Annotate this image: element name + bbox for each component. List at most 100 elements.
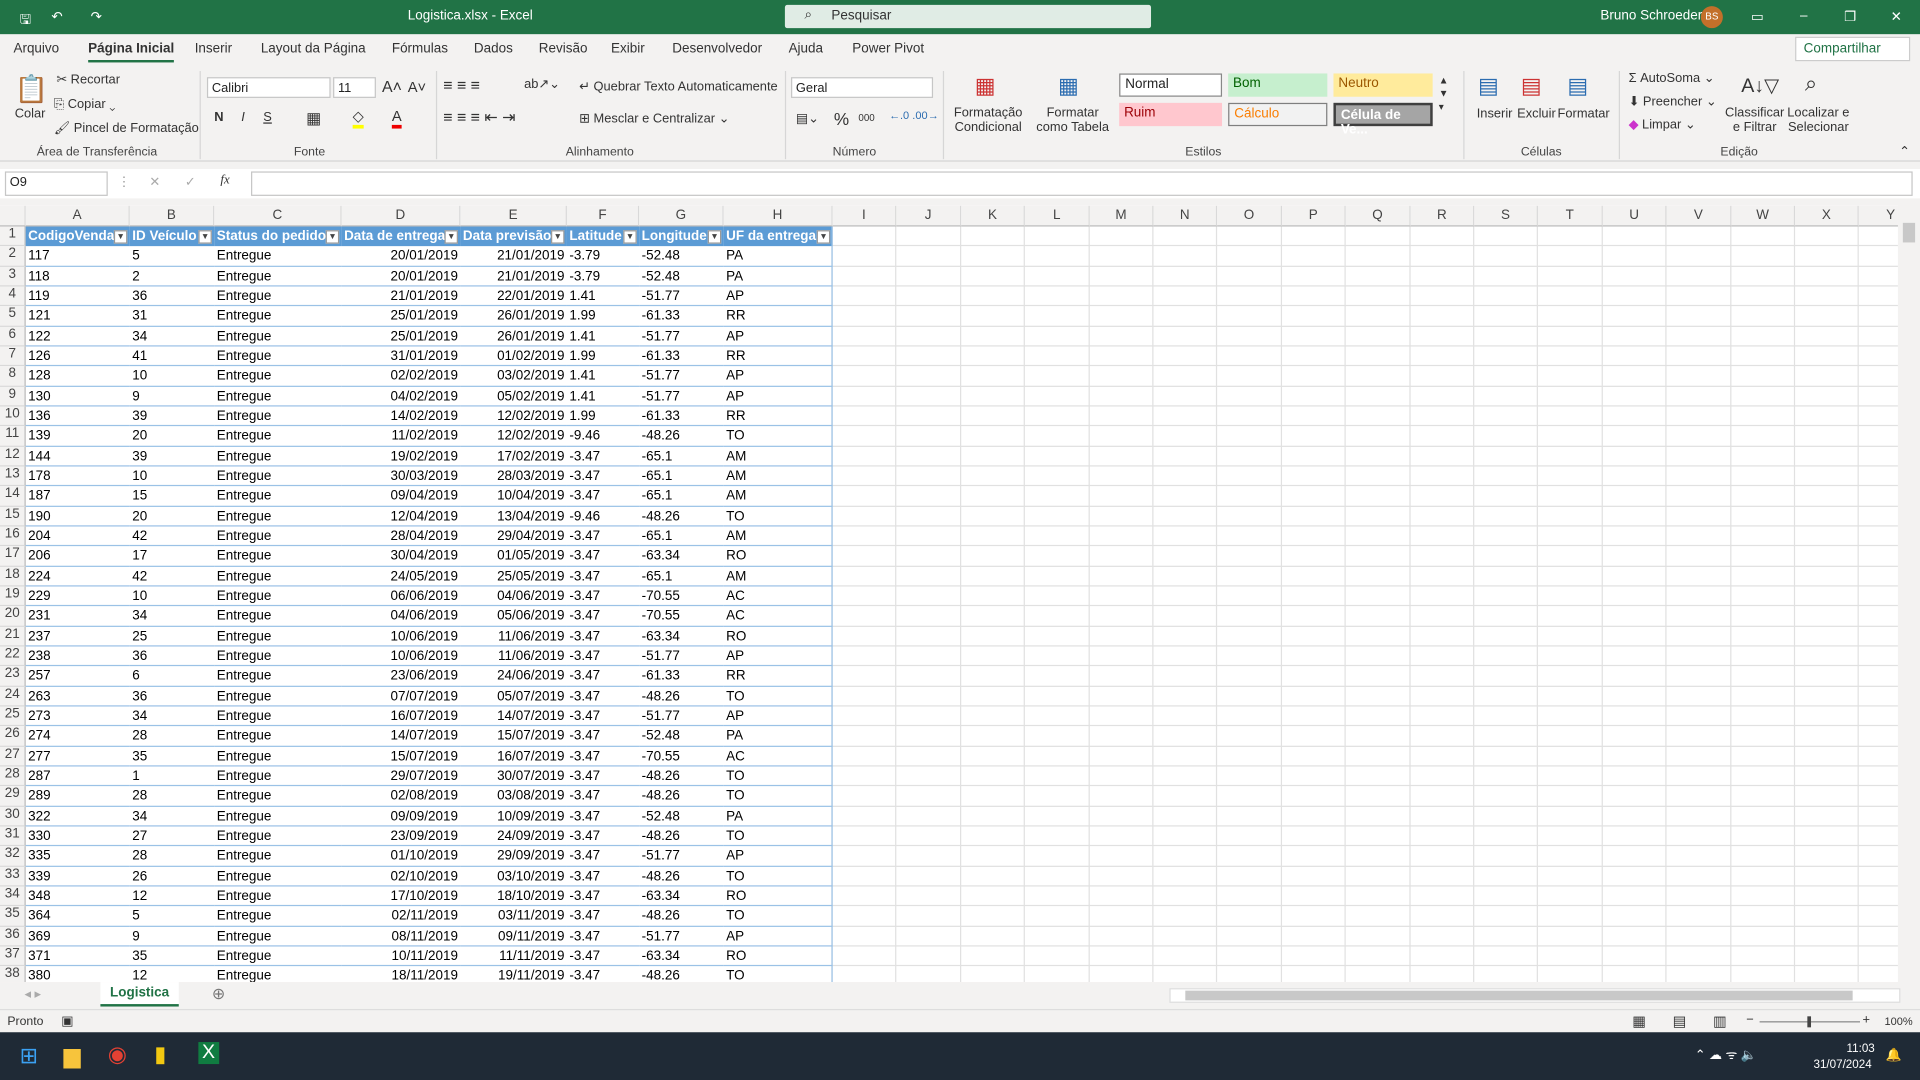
table-cell[interactable]: -3.47 (566, 646, 640, 667)
table-cell[interactable]: -51.77 (639, 326, 724, 347)
table-cell[interactable]: 1.99 (566, 406, 640, 427)
table-header-cell[interactable]: ID Veículo ▼ (129, 226, 215, 247)
row-header-38[interactable]: 38 (0, 966, 26, 983)
table-cell[interactable]: 144 (25, 446, 130, 467)
table-cell[interactable]: 12 (130, 966, 214, 982)
row-header-5[interactable]: 5 (0, 306, 26, 327)
table-cell[interactable]: 28/04/2019 (341, 526, 461, 547)
windows-start-icon[interactable]: ⊞ (20, 1043, 38, 1069)
table-cell[interactable]: -65.1 (639, 566, 724, 587)
table-cell[interactable]: 24/05/2019 (341, 566, 461, 587)
table-cell[interactable]: 11/02/2019 (341, 426, 461, 447)
table-cell[interactable]: -3.47 (566, 706, 640, 727)
table-cell[interactable]: Entregue (214, 846, 342, 867)
table-cell[interactable]: 17/02/2019 (460, 446, 567, 467)
table-cell[interactable]: 348 (25, 886, 130, 907)
table-cell[interactable]: 17/10/2019 (341, 886, 461, 907)
column-header-D[interactable]: D (341, 205, 461, 227)
clock-date[interactable]: 31/07/2024 (1813, 1058, 1871, 1071)
table-cell[interactable]: 39 (129, 446, 215, 467)
filter-dropdown-icon[interactable]: ▼ (444, 230, 458, 244)
table-cell[interactable]: TO (723, 786, 833, 807)
table-cell[interactable]: 28 (129, 786, 215, 807)
table-cell[interactable]: 12/02/2019 (460, 406, 567, 427)
table-header-cell[interactable]: Data de entrega ▼ (341, 226, 461, 247)
row-header-20[interactable]: 20 (0, 606, 26, 627)
table-cell[interactable]: 31/01/2019 (341, 346, 461, 367)
insert-function-icon[interactable]: fx (220, 174, 229, 187)
style-calculation[interactable]: Cálculo (1228, 102, 1328, 127)
table-cell[interactable]: 20 (129, 506, 215, 527)
share-button[interactable]: Compartilhar (1795, 36, 1911, 62)
column-header-O[interactable]: O (1217, 205, 1283, 227)
table-cell[interactable]: 322 (25, 806, 130, 827)
row-header-9[interactable]: 9 (0, 386, 26, 407)
format-painter-button[interactable]: 🖌 Pincel de Formatação (54, 120, 199, 136)
table-cell[interactable]: -61.33 (639, 406, 724, 427)
table-cell[interactable]: 23/06/2019 (341, 666, 461, 687)
table-cell[interactable]: -48.26 (639, 506, 724, 527)
table-cell[interactable]: -3.47 (566, 466, 640, 487)
table-cell[interactable]: 03/10/2019 (460, 866, 567, 887)
column-header-B[interactable]: B (129, 205, 215, 227)
table-cell[interactable]: 1.41 (566, 366, 640, 387)
table-cell[interactable]: 01/10/2019 (341, 846, 461, 867)
tray-icons[interactable]: ⌃ ☁ ᯤ 🔈 (1695, 1047, 1757, 1064)
table-cell[interactable]: Entregue (214, 906, 342, 927)
table-cell[interactable]: 273 (25, 706, 130, 727)
save-icon[interactable]: 🖫 (20, 9, 31, 32)
table-cell[interactable]: 21/01/2019 (460, 267, 567, 287)
table-cell[interactable]: 12 (129, 886, 215, 907)
table-cell[interactable]: AC (723, 606, 833, 627)
avatar[interactable]: BS (1700, 6, 1723, 29)
column-header-T[interactable]: T (1537, 205, 1603, 227)
tab-revisão[interactable]: Revisão (539, 42, 588, 57)
add-sheet-icon[interactable]: ⊕ (212, 984, 225, 1004)
tab-power-pivot[interactable]: Power Pivot (852, 42, 924, 57)
decimal-icons[interactable]: ←.0 .00→ (889, 109, 939, 121)
table-cell[interactable]: -3.47 (566, 886, 640, 907)
table-cell[interactable]: -3.47 (566, 446, 640, 467)
table-cell[interactable]: 04/06/2019 (341, 606, 461, 627)
table-cell[interactable]: Entregue (214, 446, 342, 467)
table-cell[interactable]: Entregue (214, 267, 342, 287)
table-cell[interactable]: 10/09/2019 (460, 806, 567, 827)
table-cell[interactable]: Entregue (214, 566, 342, 587)
vertical-scrollbar[interactable] (1899, 205, 1920, 983)
table-cell[interactable]: -3.47 (566, 626, 640, 647)
table-cell[interactable]: Entregue (214, 426, 342, 447)
table-cell[interactable]: 42 (129, 566, 215, 587)
row-header-24[interactable]: 24 (0, 686, 26, 707)
column-header-Y[interactable]: Y (1858, 205, 1898, 227)
table-cell[interactable]: -51.77 (639, 287, 724, 307)
orientation-icon[interactable]: ab↗⌄ (524, 77, 560, 92)
table-cell[interactable]: 03/08/2019 (460, 786, 567, 807)
table-cell[interactable]: -3.47 (566, 586, 640, 607)
table-cell[interactable]: 330 (25, 826, 130, 847)
table-cell[interactable]: -3.47 (566, 866, 640, 887)
table-cell[interactable]: -48.26 (639, 766, 724, 787)
table-cell[interactable]: -61.33 (639, 346, 724, 367)
tab-página-inicial[interactable]: Página Inicial (88, 42, 175, 63)
table-cell[interactable]: 335 (25, 846, 130, 867)
table-cell[interactable]: RO (723, 886, 833, 907)
filter-dropdown-icon[interactable]: ▼ (198, 230, 212, 244)
row-header-2[interactable]: 2 (0, 246, 26, 267)
table-cell[interactable]: 231 (25, 606, 130, 627)
row-header-7[interactable]: 7 (0, 346, 26, 367)
table-cell[interactable]: 1.41 (566, 386, 640, 407)
column-header-M[interactable]: M (1089, 205, 1154, 227)
style-check-cell[interactable]: Célula de Ve... (1333, 102, 1433, 137)
table-cell[interactable]: -48.26 (639, 686, 724, 707)
table-cell[interactable]: Entregue (214, 726, 342, 747)
table-cell[interactable]: 28/03/2019 (460, 466, 567, 487)
table-header-cell[interactable]: Latitude ▼ (566, 226, 640, 247)
table-cell[interactable]: TO (724, 966, 833, 982)
table-cell[interactable]: -3.47 (566, 806, 640, 827)
row-header-32[interactable]: 32 (0, 846, 26, 867)
power-bi-icon[interactable]: ▮ (154, 1042, 166, 1068)
table-cell[interactable]: -61.33 (639, 666, 724, 687)
table-cell[interactable]: 19/11/2019 (460, 966, 567, 982)
table-cell[interactable]: 13/04/2019 (460, 506, 567, 527)
row-header-6[interactable]: 6 (0, 326, 26, 347)
